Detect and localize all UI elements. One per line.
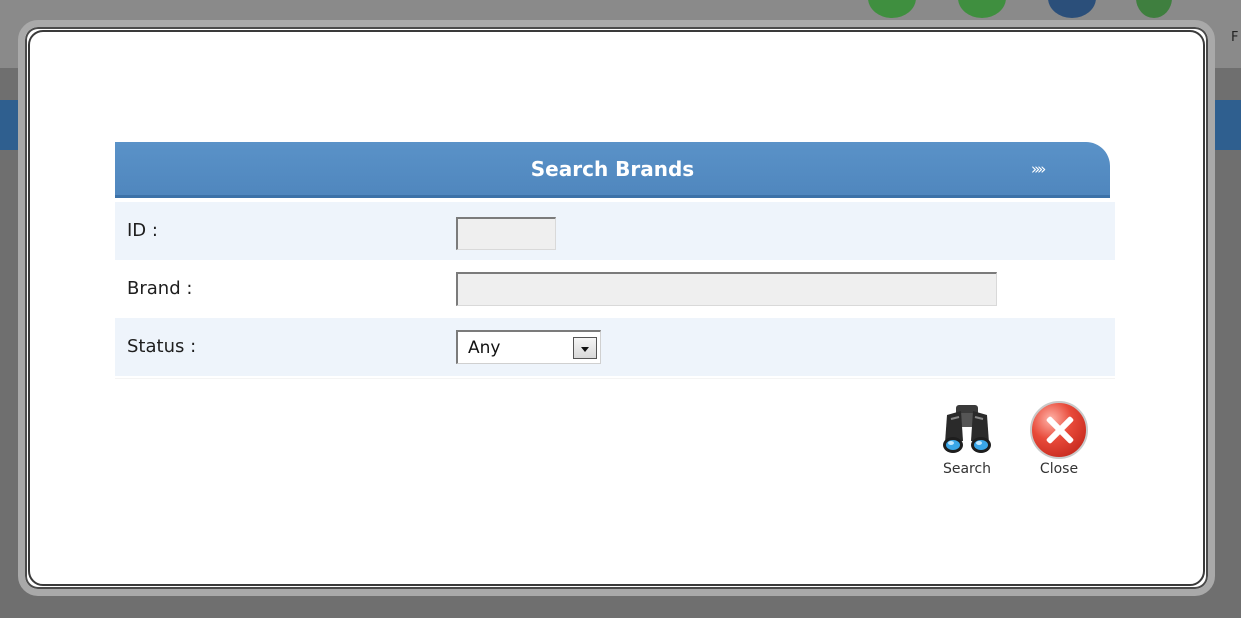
binoculars-icon [939,405,995,459]
panel-title: Search Brands [530,157,695,181]
brand-label: Brand : [127,278,193,299]
close-icon [1030,401,1088,459]
background-edge-text: F [1231,30,1239,45]
status-select[interactable]: Any [456,330,601,364]
id-label: ID : [127,220,158,241]
search-panel: Search Brands »» ID : Brand : Status : A… [115,142,1115,503]
close-button-label: Close [1039,461,1079,477]
status-selected-value: Any [468,338,501,358]
id-row: ID : [115,202,1115,260]
close-button[interactable]: Close [1027,401,1091,477]
actions-bar: Search Close [115,378,1115,503]
status-row: Status : Any [115,318,1115,376]
brand-input[interactable] [456,272,997,306]
search-button-label: Search [942,461,992,477]
search-button[interactable]: Search [935,401,999,477]
brand-row: Brand : [115,260,1115,318]
panel-header: Search Brands »» [115,142,1110,198]
id-input[interactable] [456,217,556,250]
chevron-down-icon[interactable] [573,337,597,359]
collapse-arrows-icon[interactable]: »» [1031,160,1046,178]
status-label: Status : [127,336,197,357]
